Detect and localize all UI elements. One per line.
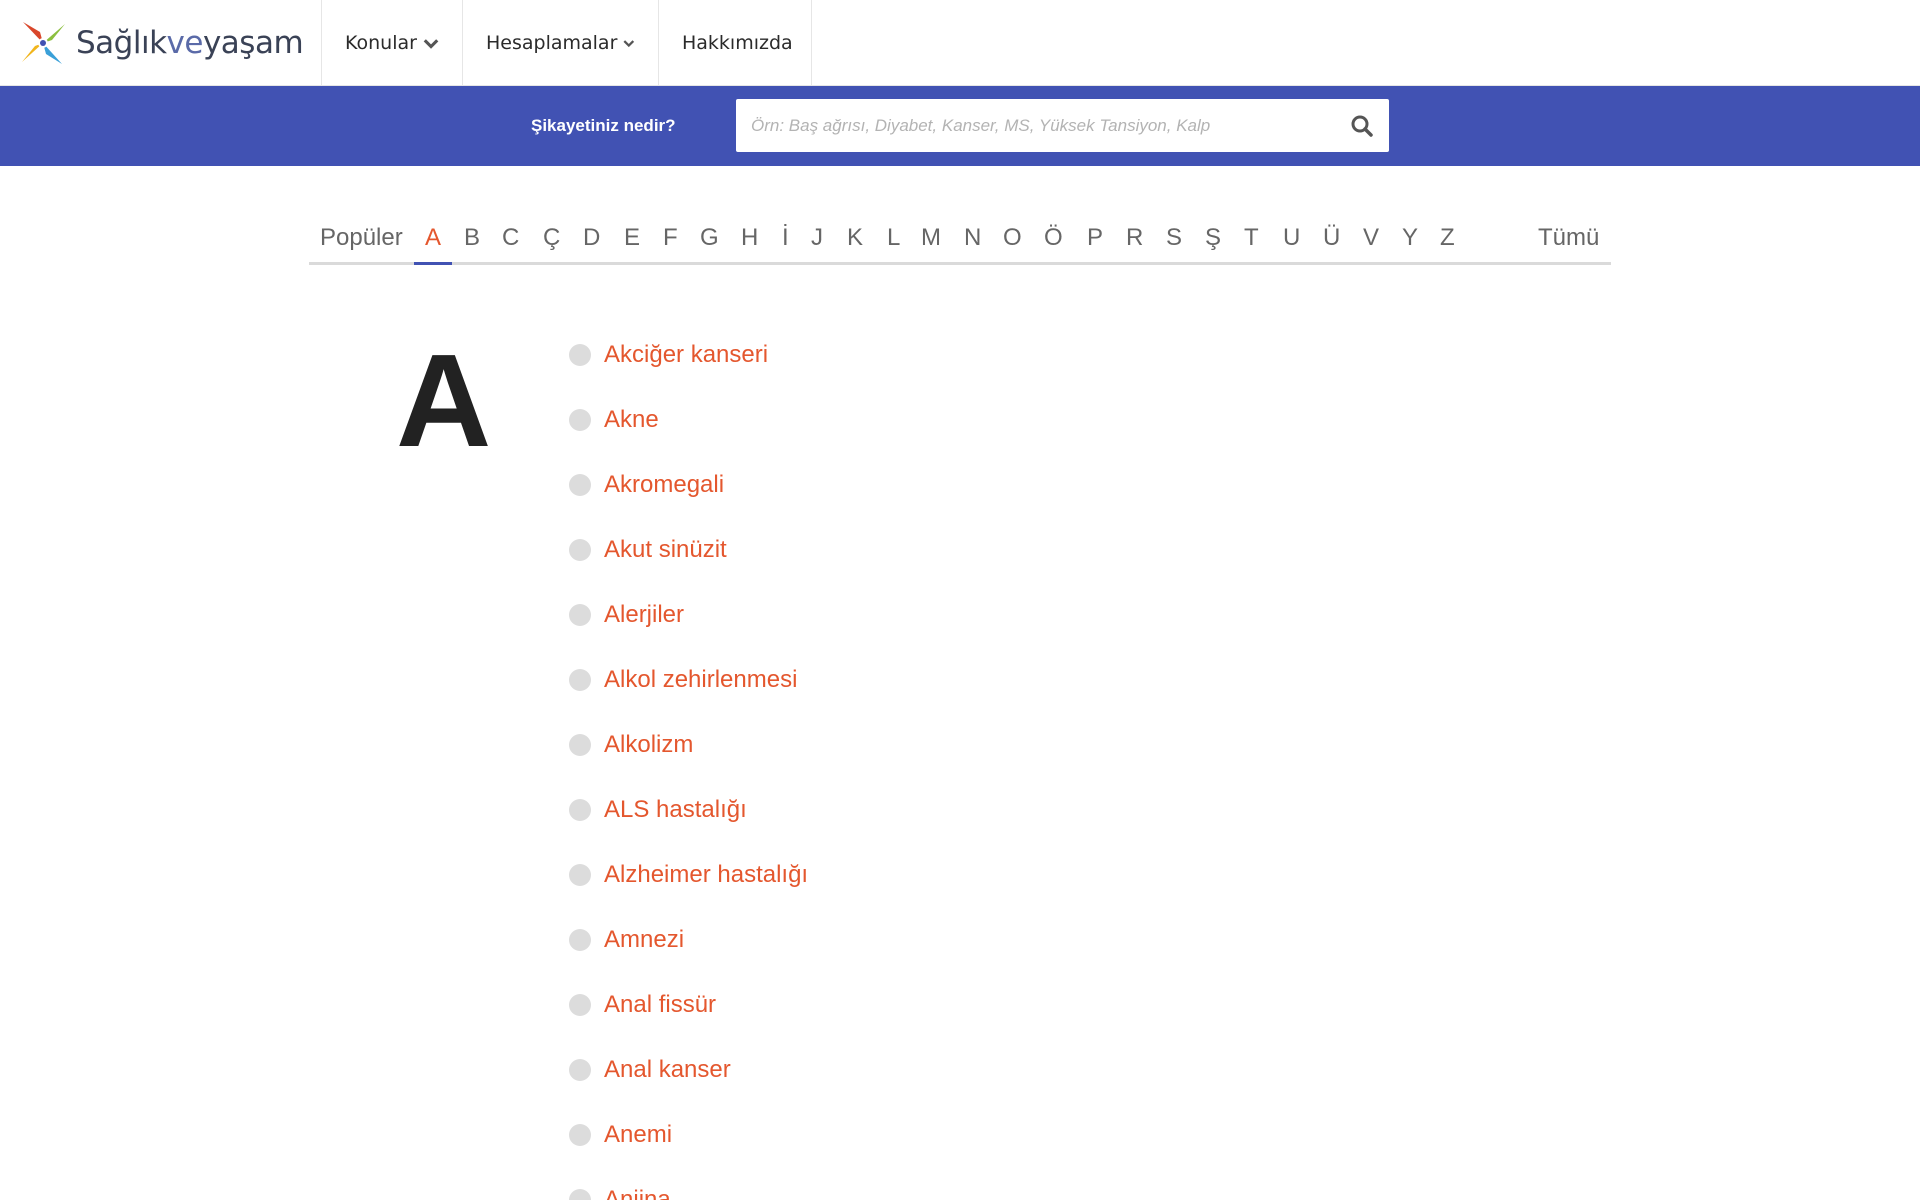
bullet-dot-icon (569, 928, 591, 951)
bullet-dot-icon (569, 343, 591, 366)
bullet-dot-icon (569, 1123, 591, 1146)
tab-letter-O[interactable]: O (1003, 224, 1022, 252)
tab-letter-O-umlaut[interactable]: Ö (1044, 224, 1063, 252)
topic-link[interactable]: Anal fissür (604, 991, 716, 1019)
nav-konular[interactable]: Konular (322, 0, 463, 85)
tab-letter-M[interactable]: M (921, 224, 941, 252)
topic-item[interactable]: ALS hastalığı (569, 777, 808, 842)
alphabet-tabs: Popüler A B C Ç D E F G H İ J K L M N O … (309, 218, 1611, 265)
topic-item[interactable]: Anjina (569, 1167, 808, 1200)
topic-link[interactable]: Anjina (604, 1186, 671, 1200)
tab-tumu[interactable]: Tümü (1538, 224, 1599, 252)
nav-hesaplamalar[interactable]: Hesaplamalar (463, 0, 659, 85)
topic-item[interactable]: Anemi (569, 1102, 808, 1167)
nav-hakkimizda[interactable]: Hakkımızda (659, 0, 812, 85)
nav-hakkimizda-label: Hakkımızda (682, 31, 793, 54)
topic-link[interactable]: Akne (604, 406, 659, 434)
bullet-dot-icon (569, 603, 591, 626)
tab-letter-A[interactable]: A (425, 224, 441, 252)
topic-link[interactable]: Akut sinüzit (604, 536, 727, 564)
nav-hesaplamalar-label: Hesaplamalar (486, 31, 618, 54)
topic-item[interactable]: Akne (569, 387, 808, 452)
logo-prefix: Sağlık (76, 24, 167, 61)
tab-letter-U[interactable]: U (1283, 224, 1300, 252)
tab-letter-N[interactable]: N (964, 224, 981, 252)
topic-link[interactable]: Akciğer kanseri (604, 341, 768, 369)
tab-letter-Y[interactable]: Y (1402, 224, 1418, 252)
tab-letter-S-cedilla[interactable]: Ş (1205, 224, 1221, 252)
tab-populer[interactable]: Popüler (320, 224, 403, 252)
site-logo[interactable]: Sağlıkveyaşam (0, 0, 322, 85)
topic-link[interactable]: Anal kanser (604, 1056, 731, 1084)
topic-item[interactable]: Alerjiler (569, 582, 808, 647)
topic-link[interactable]: Alerjiler (604, 601, 684, 629)
search-button[interactable] (1345, 109, 1379, 143)
bullet-dot-icon (569, 733, 591, 756)
tab-letter-S[interactable]: S (1166, 224, 1182, 252)
tab-letter-C-cedilla[interactable]: Ç (543, 224, 560, 252)
topic-link[interactable]: Amnezi (604, 926, 684, 954)
bullet-dot-icon (569, 1058, 591, 1081)
topic-item[interactable]: Akciğer kanseri (569, 322, 808, 387)
tab-letter-L[interactable]: L (887, 224, 900, 252)
bullet-dot-icon (569, 1188, 591, 1200)
top-navbar: Sağlıkveyaşam Konular Hesaplamalar Hakkı… (0, 0, 1920, 86)
bullet-dot-icon (569, 798, 591, 821)
tab-letter-G[interactable]: G (700, 224, 719, 252)
topic-item[interactable]: Akromegali (569, 452, 808, 517)
topic-item[interactable]: Akut sinüzit (569, 517, 808, 582)
tab-letter-P[interactable]: P (1087, 224, 1103, 252)
topic-link[interactable]: Akromegali (604, 471, 724, 499)
bullet-dot-icon (569, 473, 591, 496)
topic-item[interactable]: Anal kanser (569, 1037, 808, 1102)
topic-link[interactable]: Alkolizm (604, 731, 693, 759)
topic-item[interactable]: Anal fissür (569, 972, 808, 1037)
search-input[interactable] (736, 99, 1326, 152)
search-band: Şikayetiniz nedir? (0, 86, 1920, 166)
topic-list: Akciğer kanseri Akne Akromegali Akut sin… (569, 322, 808, 1200)
tab-letter-V[interactable]: V (1363, 224, 1379, 252)
topic-item[interactable]: Alkol zehirlenmesi (569, 647, 808, 712)
tab-letter-J[interactable]: J (811, 224, 823, 252)
search-box (736, 99, 1389, 152)
tab-letter-Z[interactable]: Z (1440, 224, 1455, 252)
chevron-down-icon (423, 38, 439, 49)
tab-letter-U-umlaut[interactable]: Ü (1323, 224, 1340, 252)
active-tab-indicator (414, 262, 452, 265)
tab-letter-F[interactable]: F (663, 224, 678, 252)
tab-letter-D[interactable]: D (583, 224, 600, 252)
tab-letter-K[interactable]: K (847, 224, 863, 252)
chevron-down-icon (623, 39, 635, 47)
logo-suffix: yaşam (202, 24, 304, 61)
topic-link[interactable]: ALS hastalığı (604, 796, 747, 824)
topic-item[interactable]: Alzheimer hastalığı (569, 842, 808, 907)
nav-konular-label: Konular (345, 31, 417, 54)
search-icon (1351, 115, 1373, 137)
topic-link[interactable]: Alzheimer hastalığı (604, 861, 808, 889)
search-label: Şikayetiniz nedir? (531, 116, 676, 135)
tab-letter-R[interactable]: R (1126, 224, 1143, 252)
bullet-dot-icon (569, 668, 591, 691)
tab-letter-I-dot[interactable]: İ (782, 224, 789, 252)
tab-letter-T[interactable]: T (1244, 224, 1259, 252)
bullet-dot-icon (569, 538, 591, 561)
bullet-dot-icon (569, 408, 591, 431)
topic-link[interactable]: Anemi (604, 1121, 672, 1149)
section-letter: A (396, 327, 492, 474)
topic-item[interactable]: Alkolizm (569, 712, 808, 777)
bullet-dot-icon (569, 863, 591, 886)
topic-item[interactable]: Amnezi (569, 907, 808, 972)
logo-middle: ve (166, 24, 204, 61)
topic-link[interactable]: Alkol zehirlenmesi (604, 666, 797, 694)
bullet-dot-icon (569, 993, 591, 1016)
tab-letter-E[interactable]: E (624, 224, 640, 252)
logo-wordmark: Sağlıkveyaşam (76, 24, 304, 61)
pinwheel-logo-icon (22, 21, 65, 64)
tab-letter-B[interactable]: B (464, 224, 480, 252)
tab-letter-H[interactable]: H (741, 224, 758, 252)
tab-letter-C[interactable]: C (502, 224, 519, 252)
